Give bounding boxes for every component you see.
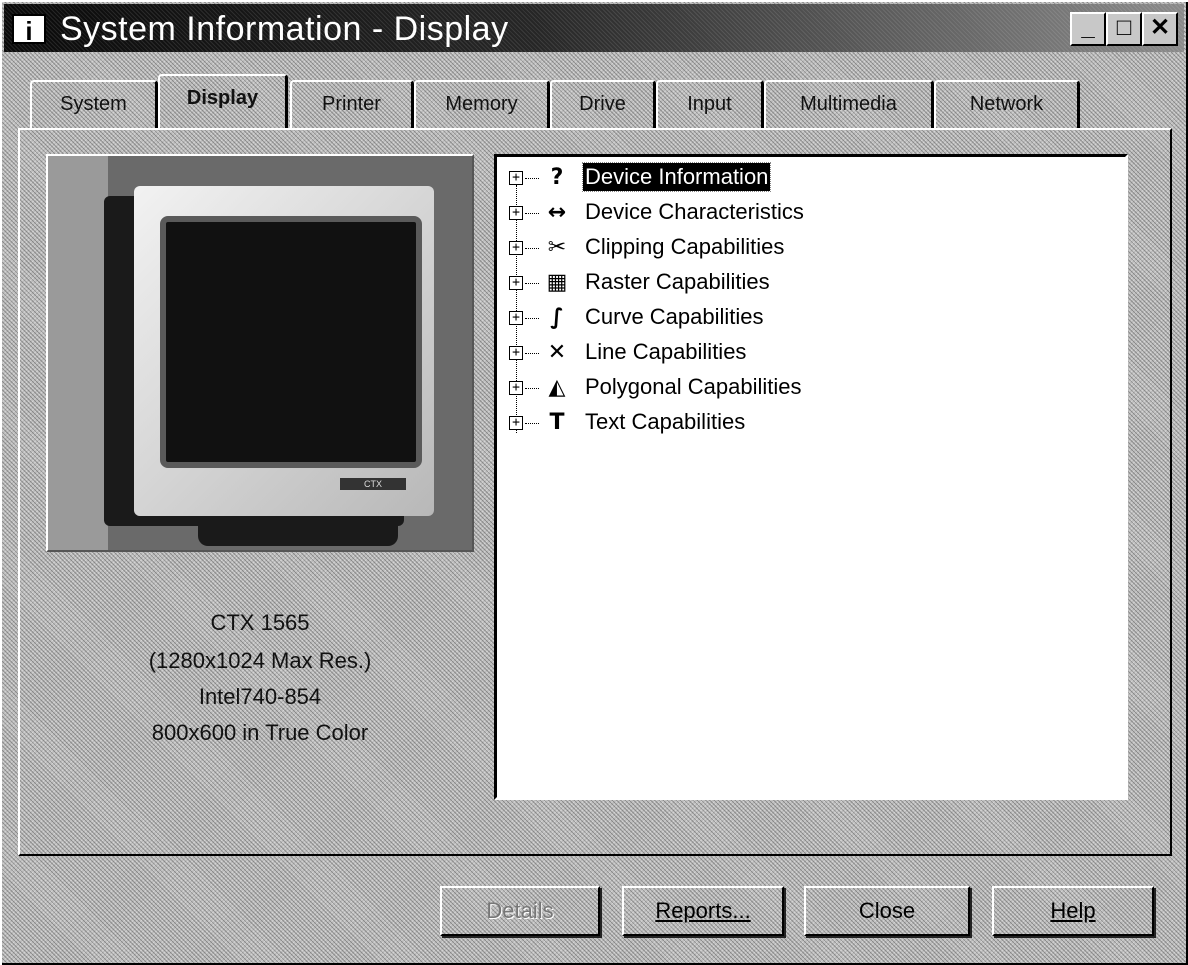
tree-item-label[interactable]: Device Information [581, 162, 772, 192]
tab-label: Input [687, 93, 732, 115]
expand-icon[interactable]: + [509, 276, 523, 290]
tree-connector [525, 213, 539, 214]
app-info-icon: i [12, 14, 46, 46]
display-mode: 800x600 in True Color [151, 720, 369, 745]
expand-icon[interactable]: + [509, 381, 523, 395]
tab-memory[interactable]: Memory [414, 80, 550, 128]
reports-button[interactable]: Reports... [622, 886, 784, 936]
line-icon: ✕ [547, 340, 567, 365]
tab-label: Memory [445, 93, 518, 115]
tree-item-device-characteristics[interactable]: + ↔ Device Characteristics [497, 196, 1117, 230]
tree-item-curve-capabilities[interactable]: + ∫ Curve Capabilities [497, 301, 1117, 335]
text-icon: T [549, 410, 565, 435]
monitor-screen [160, 216, 422, 468]
monitor-picture: CTX [46, 154, 474, 552]
monitor-max-resolution: (1280x1024 Max Res.) [148, 648, 372, 673]
tab-label: Display [186, 87, 259, 109]
polygon-icon: ◭ [548, 375, 566, 400]
curve-icon: ∫ [550, 305, 564, 330]
tree-connector [525, 178, 539, 179]
help-button[interactable]: Help [992, 886, 1154, 936]
reports-button-label: Reports... [655, 898, 751, 923]
tab-label: Printer [322, 93, 381, 115]
tree-item-label[interactable]: Clipping Capabilities [583, 233, 786, 261]
tree-item-label[interactable]: Text Capabilities [583, 408, 747, 436]
tree-item-clipping-capabilities[interactable]: + ✂ Clipping Capabilities [497, 231, 1117, 265]
expand-icon[interactable]: + [509, 206, 523, 220]
clipping-icon: ✂ [547, 235, 567, 260]
close-button-label: Close [858, 898, 916, 923]
tab-label: Drive [579, 93, 626, 115]
tree-item-line-capabilities[interactable]: + ✕ Line Capabilities [497, 336, 1117, 370]
details-button-label: Details [486, 898, 554, 923]
monitor-stand [198, 516, 398, 546]
tree-item-device-information[interactable]: + ? Device Information [497, 161, 1117, 195]
tree-connector [525, 283, 539, 284]
minimize-icon: _ [1081, 14, 1095, 41]
question-icon: ? [550, 165, 564, 190]
expand-icon[interactable]: + [509, 241, 523, 255]
tree-item-label[interactable]: Polygonal Capabilities [583, 373, 803, 401]
tree-connector [525, 423, 539, 424]
help-button-label: Help [1050, 898, 1096, 923]
tree-connector [525, 318, 539, 319]
close-window-button[interactable]: ✕ [1142, 12, 1178, 46]
monitor-model: CTX 1565 [210, 610, 310, 635]
raster-icon: ▦ [546, 270, 568, 295]
expand-icon[interactable]: + [509, 416, 523, 430]
tab-printer[interactable]: Printer [290, 80, 414, 128]
tab-label: Network [969, 93, 1044, 115]
system-information-window: i System Information - Display _ □ ✕ Sys… [0, 0, 1188, 965]
tab-multimedia[interactable]: Multimedia [764, 80, 934, 128]
tree-item-text-capabilities[interactable]: + T Text Capabilities [497, 406, 1117, 440]
tree-connector [525, 388, 539, 389]
device-characteristics-icon: ↔ [547, 200, 567, 225]
tree-item-label[interactable]: Raster Capabilities [583, 268, 772, 296]
tree-item-label[interactable]: Curve Capabilities [583, 303, 766, 331]
tree-connector [525, 248, 539, 249]
maximize-button[interactable]: □ [1106, 12, 1142, 46]
maximize-icon: □ [1116, 14, 1132, 41]
tab-drive[interactable]: Drive [550, 80, 656, 128]
expand-icon[interactable]: + [509, 171, 523, 185]
picture-background [48, 156, 108, 550]
tab-label: Multimedia [800, 93, 897, 115]
expand-icon[interactable]: + [509, 311, 523, 325]
tab-input[interactable]: Input [656, 80, 764, 128]
tab-network[interactable]: Network [934, 80, 1080, 128]
title-bar[interactable]: i System Information - Display _ □ ✕ [4, 4, 1184, 52]
tree-item-polygonal-capabilities[interactable]: + ◭ Polygonal Capabilities [497, 371, 1117, 405]
tab-label: System [60, 93, 127, 115]
tab-system[interactable]: System [30, 80, 158, 128]
tree-item-raster-capabilities[interactable]: + ▦ Raster Capabilities [497, 266, 1117, 300]
window-title: System Information - Display [60, 10, 509, 48]
minimize-button[interactable]: _ [1070, 12, 1106, 46]
tab-display[interactable]: Display [158, 74, 288, 130]
close-icon: ✕ [1149, 14, 1171, 41]
display-adapter: Intel740-854 [198, 684, 322, 709]
monitor-badge: CTX [340, 478, 406, 490]
expand-icon[interactable]: + [509, 346, 523, 360]
tree-connector [525, 353, 539, 354]
tree-item-label[interactable]: Line Capabilities [583, 338, 748, 366]
details-button[interactable]: Details [440, 886, 600, 936]
capabilities-tree[interactable]: + ? Device Information + ↔ Device Charac… [494, 154, 1128, 800]
close-button[interactable]: Close [804, 886, 970, 936]
tree-item-label[interactable]: Device Characteristics [583, 198, 806, 226]
